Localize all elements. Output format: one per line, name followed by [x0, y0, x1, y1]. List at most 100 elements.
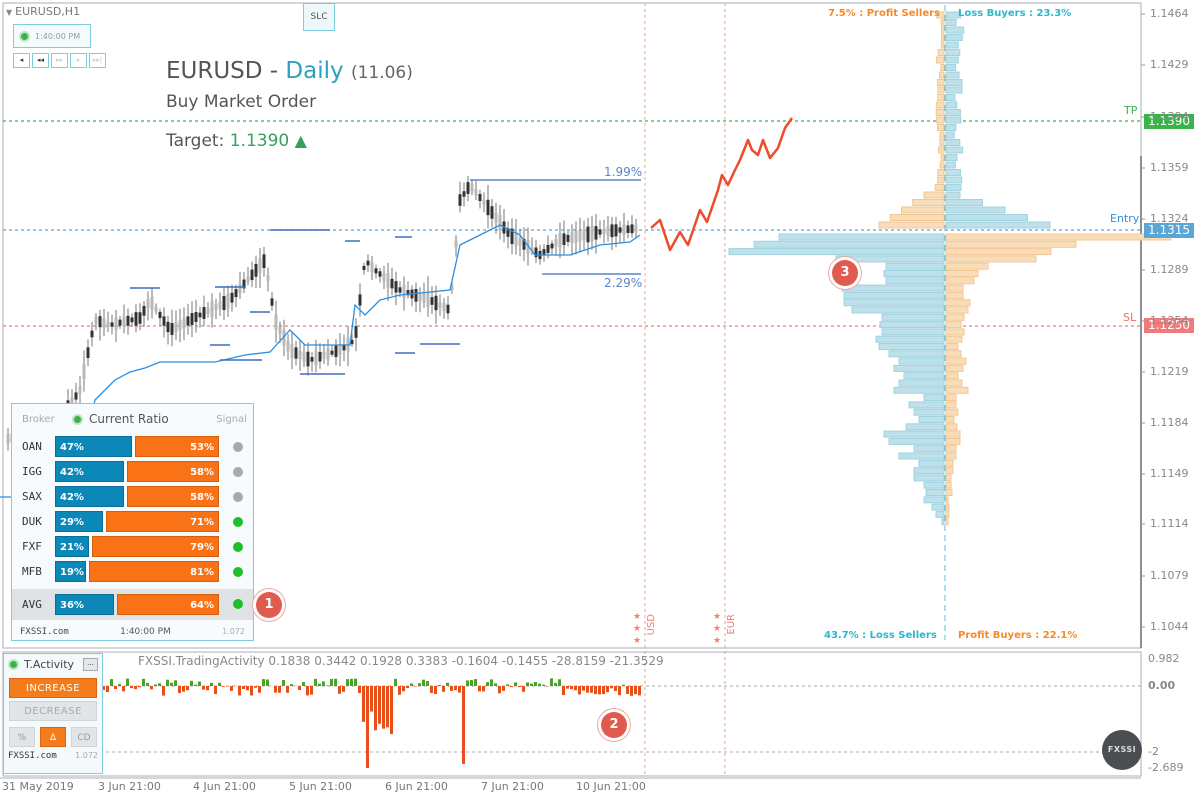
candle-body [102, 318, 106, 328]
current-ratio-title: Current Ratio [72, 412, 197, 426]
signal-dot-icon [233, 599, 243, 609]
increase-button[interactable]: INCREASE [9, 678, 97, 698]
activity-bar [462, 686, 465, 764]
profile-bar-buy [945, 518, 949, 526]
candle-body [170, 323, 174, 335]
fxssi-logo: FXSSI [1102, 730, 1142, 770]
footer-version: 1.072 [222, 627, 245, 636]
candle-body [634, 225, 638, 232]
price-chart[interactable] [0, 0, 1200, 800]
profile-bar-buy [945, 467, 954, 475]
candle-body [566, 234, 570, 242]
activity-bar [582, 686, 585, 691]
candle-body [442, 302, 446, 312]
candle-body [366, 260, 370, 266]
profile-bar-sell [937, 176, 945, 184]
ratio-bar: 29% 71% [55, 511, 219, 532]
profile-bar-buy [945, 474, 952, 482]
sl-label: SL [1123, 311, 1137, 324]
activity-bar [558, 679, 561, 686]
candle-body [94, 316, 98, 324]
clock-widget[interactable]: 1:40:00 PM [13, 24, 91, 48]
profile-bar-sell [936, 79, 945, 86]
end-button[interactable]: ▸▸| [89, 53, 106, 68]
activity-bar [454, 686, 457, 691]
activity-bar [174, 680, 177, 686]
candle-body [326, 348, 330, 360]
candle-body [86, 347, 90, 358]
activity-bar [530, 683, 533, 686]
profile-bar-buy [945, 394, 957, 402]
candle-body [614, 224, 618, 237]
profile-bar-buy [945, 284, 964, 292]
candle-body [250, 269, 254, 281]
profile-bar-sell [881, 328, 945, 336]
profile-bar-buy [945, 41, 959, 49]
candle-body [306, 351, 310, 367]
candle-body [454, 240, 458, 248]
fast-back-button[interactable]: ◂◂ [32, 53, 49, 68]
candle-body [458, 194, 462, 206]
profile-bar-buy [945, 364, 964, 372]
candle-body [154, 306, 158, 312]
price-tick: 1.1394 [1150, 110, 1189, 123]
activity-bar [630, 686, 633, 696]
profile-bar-buy [945, 176, 963, 184]
news-currency-eur[interactable]: EUR [726, 614, 737, 635]
slc-button[interactable]: SLC [303, 3, 335, 31]
profile-bar-sell [913, 445, 945, 453]
brand-link[interactable]: FXSSI.com [8, 751, 57, 761]
candle-body [78, 386, 82, 394]
mode-buttons: % Δ CD [9, 727, 97, 747]
short-ratio: 79% [92, 536, 219, 557]
fast-forward-button[interactable]: ▸▸ [51, 53, 68, 68]
tp-label: TP [1124, 104, 1138, 117]
decrease-button[interactable]: DECREASE [9, 701, 97, 721]
profile-bar-buy [945, 248, 1052, 256]
activity-bar [358, 686, 361, 694]
activity-bar [410, 683, 413, 686]
signal-dot-icon [233, 541, 243, 552]
profile-bar-buy [945, 489, 953, 496]
mode-percent-button[interactable]: % [9, 727, 35, 747]
short-ratio: 53% [135, 436, 219, 457]
annotation-badge-1: 1 [256, 592, 282, 618]
brand-link[interactable]: FXSSI.com [20, 627, 69, 637]
profile-bar-sell [935, 510, 945, 518]
profile-bar-buy [945, 416, 955, 423]
profile-bar-buy [945, 372, 959, 380]
ratio-row-duk: DUK 29% 71% [12, 509, 253, 534]
activity-bar [274, 686, 277, 693]
activity-bar [622, 684, 625, 686]
step-back-button[interactable]: ◂ [13, 53, 30, 68]
activity-bar [362, 686, 365, 722]
candle-body [402, 284, 406, 299]
activity-bar [330, 678, 333, 686]
profile-bar-buy [945, 19, 957, 26]
profile-bar-buy [945, 146, 964, 154]
profile-bar-buy [945, 56, 959, 64]
news-currency-usd[interactable]: USD [646, 614, 657, 635]
status-dot-icon [8, 659, 19, 670]
symbol-text: EURUSD,H1 [15, 5, 81, 18]
activity-bar [218, 682, 221, 686]
step-forward-button[interactable]: ▸ [70, 53, 87, 68]
activity-bar [438, 684, 441, 686]
candle-body [82, 363, 86, 379]
activity-bar [354, 678, 357, 686]
mode-cd-button[interactable]: CD [71, 727, 97, 747]
news-stars-usd: ★★★ [632, 612, 642, 648]
minimize-button[interactable]: ... [83, 658, 98, 671]
candle-body [626, 225, 630, 233]
ratio-row-oan: OAN 47% 53% [12, 434, 253, 459]
profile-bar-sell [753, 240, 945, 248]
candle-body [470, 183, 474, 192]
candle-body [570, 231, 574, 244]
mode-delta-button[interactable]: Δ [40, 727, 66, 747]
profile-bar-sell [935, 101, 945, 109]
symbol-timeframe-label[interactable]: ▼ EURUSD,H1 [6, 5, 80, 18]
activity-bar [318, 683, 321, 686]
candle-body [182, 317, 186, 329]
activity-bar [326, 685, 329, 686]
profile-bar-buy [945, 86, 963, 94]
